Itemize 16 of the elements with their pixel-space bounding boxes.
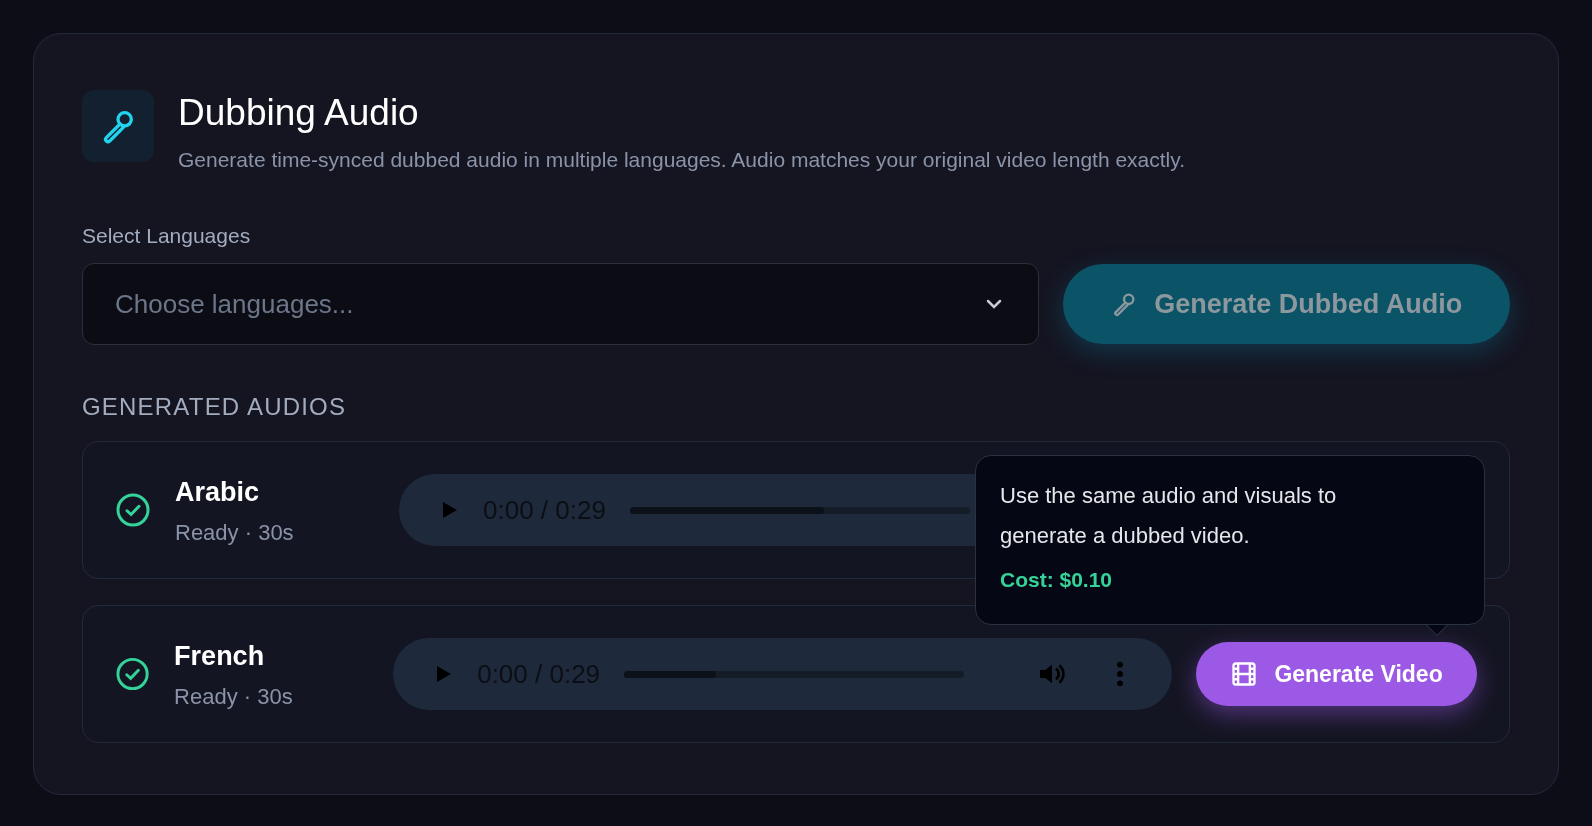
progress-track[interactable] <box>629 506 970 514</box>
card-description: Generate time-synced dubbed audio in multiple languages. Audio matches your original video length exactly. <box>178 147 1186 174</box>
progress-track[interactable] <box>624 670 965 678</box>
language-dropdown[interactable]: Choose languages... <box>82 263 1039 346</box>
tooltip-cost: Cost: $0.10 <box>1000 567 1113 594</box>
film-icon <box>1230 660 1259 689</box>
language-name: French <box>174 639 266 673</box>
more-options-icon[interactable] <box>1116 660 1125 689</box>
audio-status: Ready · 30s <box>175 519 295 547</box>
audio-status: Ready · 30s <box>174 683 294 711</box>
card-title: Dubbing Audio <box>178 91 420 135</box>
dropdown-placeholder: Choose languages... <box>115 287 354 321</box>
select-label: Select Languages <box>82 222 251 249</box>
generate-video-button[interactable]: Generate Video <box>1196 642 1477 707</box>
language-name: Arabic <box>175 475 261 509</box>
section-title: GENERATED AUDIOS <box>82 392 347 423</box>
